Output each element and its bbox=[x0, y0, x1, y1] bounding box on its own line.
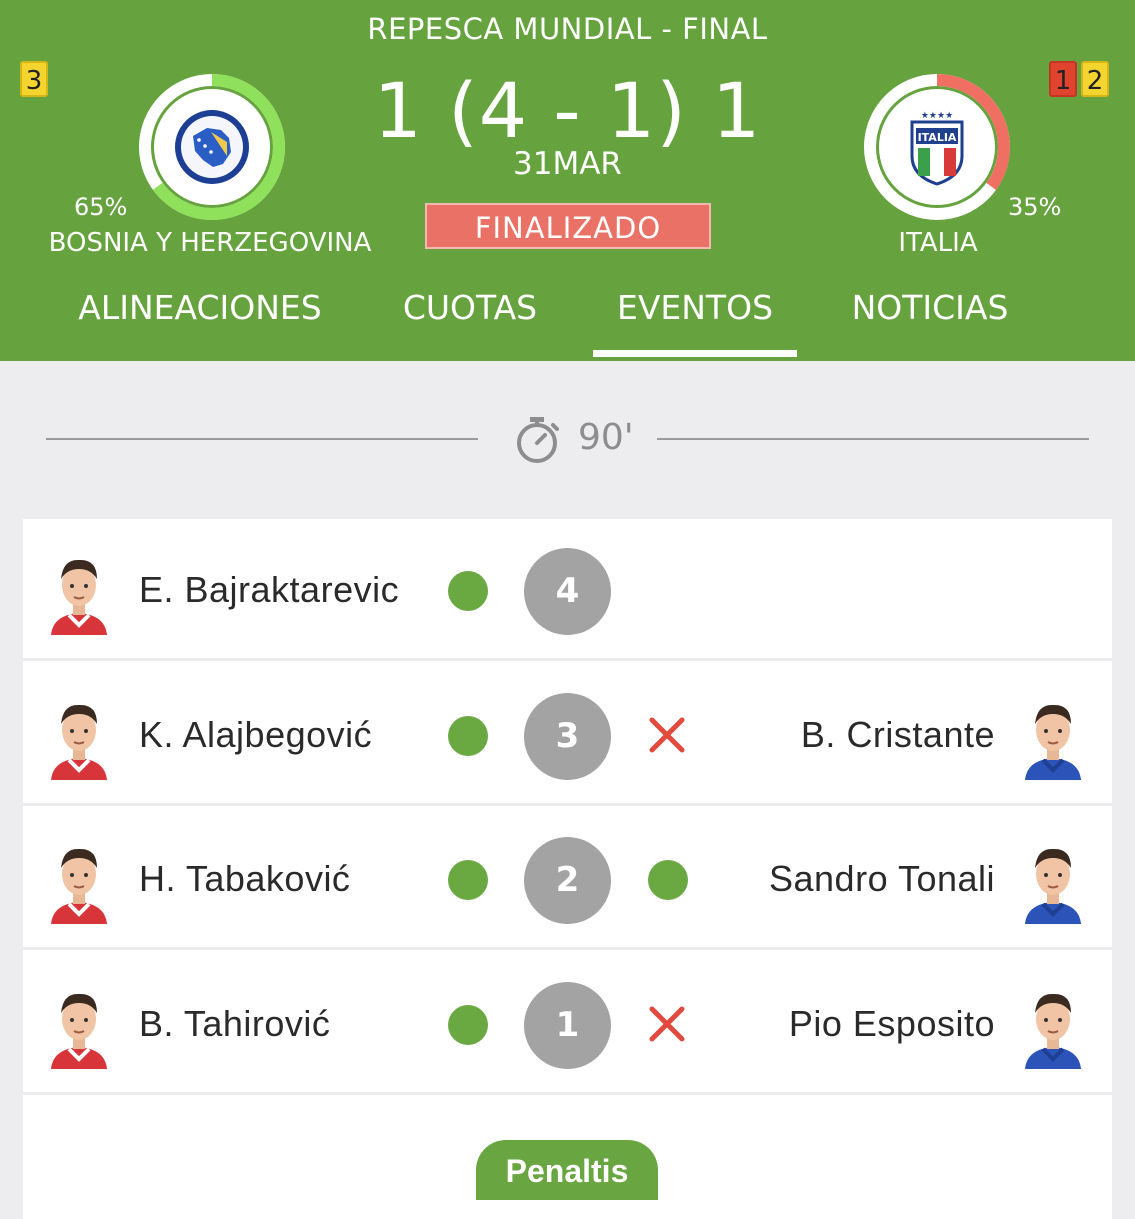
home-team-name[interactable]: BOSNIA Y HERZEGOVINA bbox=[40, 228, 380, 258]
penalties-button[interactable]: Penaltis bbox=[476, 1140, 658, 1200]
penalty-row: B. Tahirović 1 Pio Esposito bbox=[23, 953, 1112, 1095]
match-status-badge: FINALIZADO bbox=[425, 203, 711, 249]
home-player-name[interactable]: E. Bajraktarevic bbox=[139, 569, 399, 611]
home-player-avatar[interactable] bbox=[45, 549, 113, 635]
penalty-number: 3 bbox=[524, 692, 611, 780]
penalty-row: H. Tabaković 2 Sandro Tonali bbox=[23, 808, 1112, 950]
tab-events[interactable]: EVENTOS bbox=[593, 288, 797, 327]
away-miss-icon bbox=[648, 716, 686, 754]
home-percentage: 65% bbox=[74, 193, 128, 221]
away-player-avatar[interactable] bbox=[1019, 983, 1087, 1069]
penalty-number: 4 bbox=[524, 548, 611, 635]
home-goal-icon bbox=[448, 715, 488, 756]
home-player-name[interactable]: K. Alajbegović bbox=[139, 714, 372, 756]
tab-odds[interactable]: CUOTAS bbox=[380, 288, 560, 327]
home-player-name[interactable]: H. Tabaković bbox=[139, 858, 350, 900]
home-player-avatar[interactable] bbox=[45, 694, 113, 780]
away-player-name[interactable]: Pio Esposito bbox=[789, 1003, 995, 1045]
away-player-name[interactable]: Sandro Tonali bbox=[769, 858, 995, 900]
away-miss-icon bbox=[648, 1005, 686, 1043]
away-player-avatar[interactable] bbox=[1019, 838, 1087, 924]
away-player-avatar[interactable] bbox=[1019, 694, 1087, 780]
stopwatch-icon bbox=[517, 417, 559, 463]
timeline-minute: 90' bbox=[578, 417, 634, 458]
penalty-number: 1 bbox=[524, 981, 611, 1069]
home-player-avatar[interactable] bbox=[45, 983, 113, 1069]
penalty-row: K. Alajbegović 3 B. Cristante bbox=[23, 664, 1112, 806]
divider-line-left bbox=[46, 438, 478, 440]
match-date: 31MAR bbox=[513, 146, 622, 182]
tab-lineups[interactable]: ALINEACIONES bbox=[60, 288, 340, 327]
away-team-name[interactable]: ITALIA bbox=[838, 228, 1038, 258]
tab-news[interactable]: NOTICIAS bbox=[830, 288, 1030, 327]
penalty-number: 2 bbox=[524, 837, 611, 924]
home-goal-icon bbox=[448, 571, 488, 611]
home-player-avatar[interactable] bbox=[45, 838, 113, 924]
away-player-name[interactable]: B. Cristante bbox=[801, 714, 995, 756]
home-goal-icon bbox=[448, 1004, 488, 1045]
away-goal-icon bbox=[648, 860, 688, 900]
home-player-name[interactable]: B. Tahirović bbox=[139, 1003, 330, 1045]
penalty-shootout-list: E. Bajraktarevic 4 K. Alajbegović 3 B. Cri… bbox=[23, 519, 1112, 1219]
competition-title: REPESCA MUNDIAL - FINAL bbox=[367, 12, 768, 46]
divider-line-right bbox=[657, 438, 1089, 440]
active-tab-indicator bbox=[593, 350, 797, 357]
timeline-minute-divider: 90' bbox=[0, 415, 1135, 465]
penalty-row: E. Bajraktarevic 4 bbox=[23, 519, 1112, 661]
match-header: REPESCA MUNDIAL - FINAL 3 12 ITALIA ★★★★… bbox=[0, 0, 1135, 361]
away-percentage: 35% bbox=[1008, 193, 1062, 221]
home-goal-icon bbox=[448, 860, 488, 900]
match-score: 1 (4 - 1) 1 bbox=[373, 66, 762, 155]
